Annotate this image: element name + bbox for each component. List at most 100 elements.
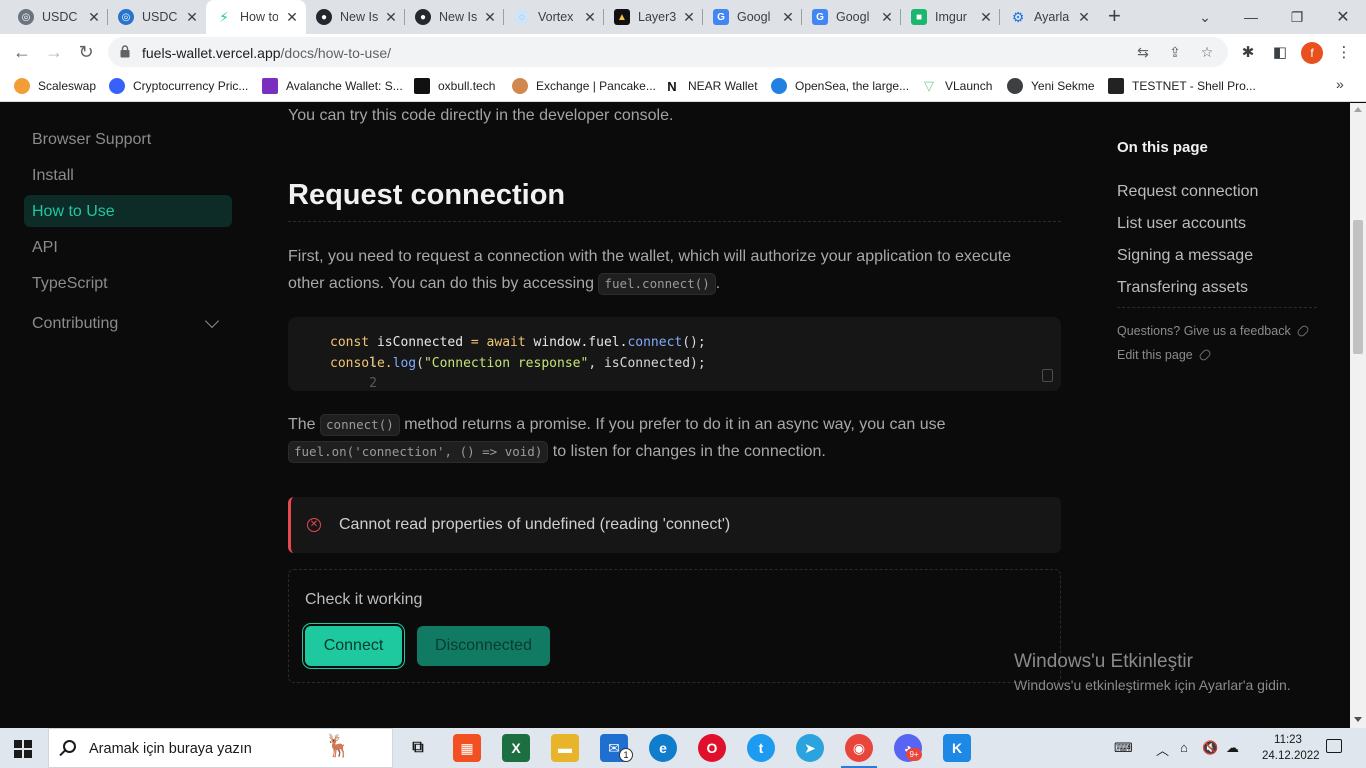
opera-icon[interactable]: O (698, 734, 726, 762)
scroll-up-arrow-icon[interactable] (1354, 107, 1362, 112)
lock-icon[interactable] (120, 45, 130, 58)
forward-button[interactable]: → (42, 40, 66, 64)
close-tab-icon[interactable]: ✕ (582, 9, 598, 25)
microsoft-store-icon[interactable]: ▦ (453, 734, 481, 762)
close-tab-icon[interactable]: ✕ (184, 9, 200, 25)
profile-avatar[interactable]: f (1301, 42, 1323, 64)
toc-item-signing-a-message[interactable]: Signing a message (1117, 247, 1253, 265)
keyboard-icon[interactable]: ⌨ (1114, 740, 1133, 756)
network-icon[interactable]: ⌂ (1180, 740, 1188, 755)
taskbar-clock[interactable]: 11:23 24.12.2022 (1262, 732, 1320, 764)
disconnected-status-button[interactable]: Disconnected (417, 626, 550, 666)
translate-icon[interactable]: ⇆ (1135, 44, 1151, 60)
tab-settings[interactable]: ⚙ Ayarla ✕ (1000, 0, 1098, 34)
windows-activation-title: Windows'u Etkinleştir (1014, 651, 1193, 672)
bookmark-vlaunch[interactable]: ▽ VLaunch (921, 76, 992, 96)
close-tab-icon[interactable]: ✕ (86, 9, 102, 25)
sidebar-item-api[interactable]: API (32, 239, 58, 257)
toc-item-list-user-accounts[interactable]: List user accounts (1117, 215, 1246, 233)
tab-vortex[interactable]: ◌ Vortex ✕ (504, 0, 604, 34)
sidebar-item-how-to-use[interactable]: How to Use (32, 203, 115, 221)
error-message: Cannot read properties of undefined (rea… (339, 516, 731, 533)
tab-layer3[interactable]: ▲ Layer3 ✕ (604, 0, 703, 34)
volume-muted-icon[interactable]: 🔇 (1202, 740, 1218, 756)
bookmark-star-icon[interactable]: ☆ (1199, 44, 1215, 60)
bookmark-opensea[interactable]: OpenSea, the large... (771, 76, 909, 96)
kucoin-icon[interactable]: K (943, 734, 971, 762)
close-tab-icon[interactable]: ✕ (1076, 9, 1092, 25)
copy-clipboard-icon[interactable] (1042, 369, 1053, 382)
share-icon[interactable]: ⇪ (1167, 44, 1183, 60)
tab-how-to-use[interactable]: ⚡ How to ✕ (206, 0, 306, 34)
restore-button[interactable]: ❐ (1274, 0, 1320, 34)
side-panel-icon[interactable]: ◧ (1270, 42, 1290, 62)
new-tab-button[interactable]: + (1108, 5, 1121, 27)
excel-icon[interactable]: X (502, 734, 530, 762)
tab-google-1[interactable]: G Googl ✕ (703, 0, 802, 34)
extensions-puzzle-icon[interactable]: ✱ (1238, 42, 1258, 62)
tab-imgur[interactable]: ■ Imgur ✕ (901, 0, 1000, 34)
menu-kebab-icon[interactable]: ⋮ (1334, 42, 1354, 62)
sidebar-item-typescript[interactable]: TypeScript (32, 275, 108, 293)
bookmark-pancakeswap[interactable]: Exchange | Pancake... (512, 76, 656, 96)
scroll-down-arrow-icon[interactable] (1354, 717, 1362, 722)
close-tab-icon[interactable]: ✕ (879, 9, 895, 25)
telegram-icon[interactable]: ➤ (796, 734, 824, 762)
tab-github-issue-1[interactable]: ● New Is ✕ (306, 0, 405, 34)
chevron-down-icon[interactable] (204, 313, 220, 329)
twitter-icon[interactable]: t (747, 734, 775, 762)
tab-google-2[interactable]: G Googl ✕ (802, 0, 901, 34)
close-tab-icon[interactable]: ✕ (284, 9, 300, 25)
task-view-icon[interactable]: ⧉ (404, 734, 432, 762)
back-button[interactable]: ← (10, 40, 34, 64)
intro-text: You can try this code directly in the de… (288, 107, 674, 124)
close-window-button[interactable]: ✕ (1320, 0, 1366, 34)
bookmark-coinmarketcap[interactable]: Cryptocurrency Pric... (109, 76, 248, 96)
minimize-button[interactable]: — (1228, 0, 1274, 34)
edit-page-link[interactable]: Edit this page (1117, 347, 1212, 363)
sidebar-item-install[interactable]: Install (32, 167, 74, 185)
toc-item-transfering-assets[interactable]: Transfering assets (1117, 279, 1248, 297)
bookmark-near-wallet[interactable]: N NEAR Wallet (664, 76, 758, 96)
taskbar-search-box[interactable]: Aramak için buraya yazın 🦌 (48, 728, 393, 768)
address-bar[interactable]: fuels-wallet.vercel.app/docs/how-to-use/… (108, 37, 1228, 67)
close-tab-icon[interactable]: ✕ (780, 9, 796, 25)
connect-button[interactable]: Connect (305, 626, 402, 666)
chrome-icon[interactable]: ◉ (841, 734, 877, 768)
sidebar-item-browser-support[interactable]: Browser Support (32, 131, 151, 149)
bookmark-shell-testnet[interactable]: TESTNET - Shell Pro... (1108, 76, 1256, 96)
bookmarks-bar: Scaleswap Cryptocurrency Pric... Avalanc… (0, 70, 1366, 102)
tab-title: USDC (42, 10, 78, 24)
bookmark-scaleswap[interactable]: Scaleswap (14, 76, 96, 96)
chevron-up-icon[interactable]: ︿ (1156, 740, 1169, 759)
code-line: 2 console.log("Connection response", isC… (288, 354, 706, 391)
toc-item-request-connection[interactable]: Request connection (1117, 183, 1258, 201)
scrollbar-thumb[interactable] (1353, 220, 1363, 354)
close-tab-icon[interactable]: ✕ (681, 9, 697, 25)
file-explorer-icon[interactable]: ▬ (551, 734, 579, 762)
feedback-link[interactable]: Questions? Give us a feedback (1117, 323, 1310, 339)
paragraph-request: First, you need to request a connection … (288, 243, 1048, 297)
reload-button[interactable]: ↻ (74, 40, 98, 64)
close-tab-icon[interactable]: ✕ (383, 9, 399, 25)
windows-start-icon[interactable] (14, 740, 32, 758)
bookmark-yeni-sekme[interactable]: Yeni Sekme (1007, 76, 1095, 96)
url-text[interactable]: fuels-wallet.vercel.app/docs/how-to-use/ (142, 45, 391, 61)
tab-usdc-2[interactable]: ◎ USDC ✕ (108, 0, 206, 34)
sidebar-item-contributing[interactable]: Contributing (32, 315, 118, 333)
close-tab-icon[interactable]: ✕ (482, 9, 498, 25)
tab-usdc-1[interactable]: ◎ USDC ✕ (8, 0, 108, 34)
cloud-icon[interactable]: ☁ (1226, 740, 1239, 756)
bookmark-avalanche-wallet[interactable]: Avalanche Wallet: S... (262, 76, 403, 96)
usdc-favicon-icon: ◎ (118, 9, 134, 25)
more-bookmarks-chevron-icon[interactable]: » (1336, 76, 1344, 92)
bookmark-oxbull[interactable]: oxbull.tech (414, 76, 495, 96)
page-scrollbar[interactable] (1350, 103, 1366, 728)
demo-box: Check it working Connect Disconnected (288, 569, 1061, 683)
browser-toolbar: ← → ↻ fuels-wallet.vercel.app/docs/how-t… (0, 34, 1366, 70)
notification-center-icon[interactable] (1326, 739, 1342, 753)
close-tab-icon[interactable]: ✕ (978, 9, 994, 25)
tab-search-chevron-icon[interactable]: ⌄ (1182, 0, 1228, 34)
tab-github-issue-2[interactable]: ● New Is ✕ (405, 0, 504, 34)
edge-icon[interactable]: e (649, 734, 677, 762)
